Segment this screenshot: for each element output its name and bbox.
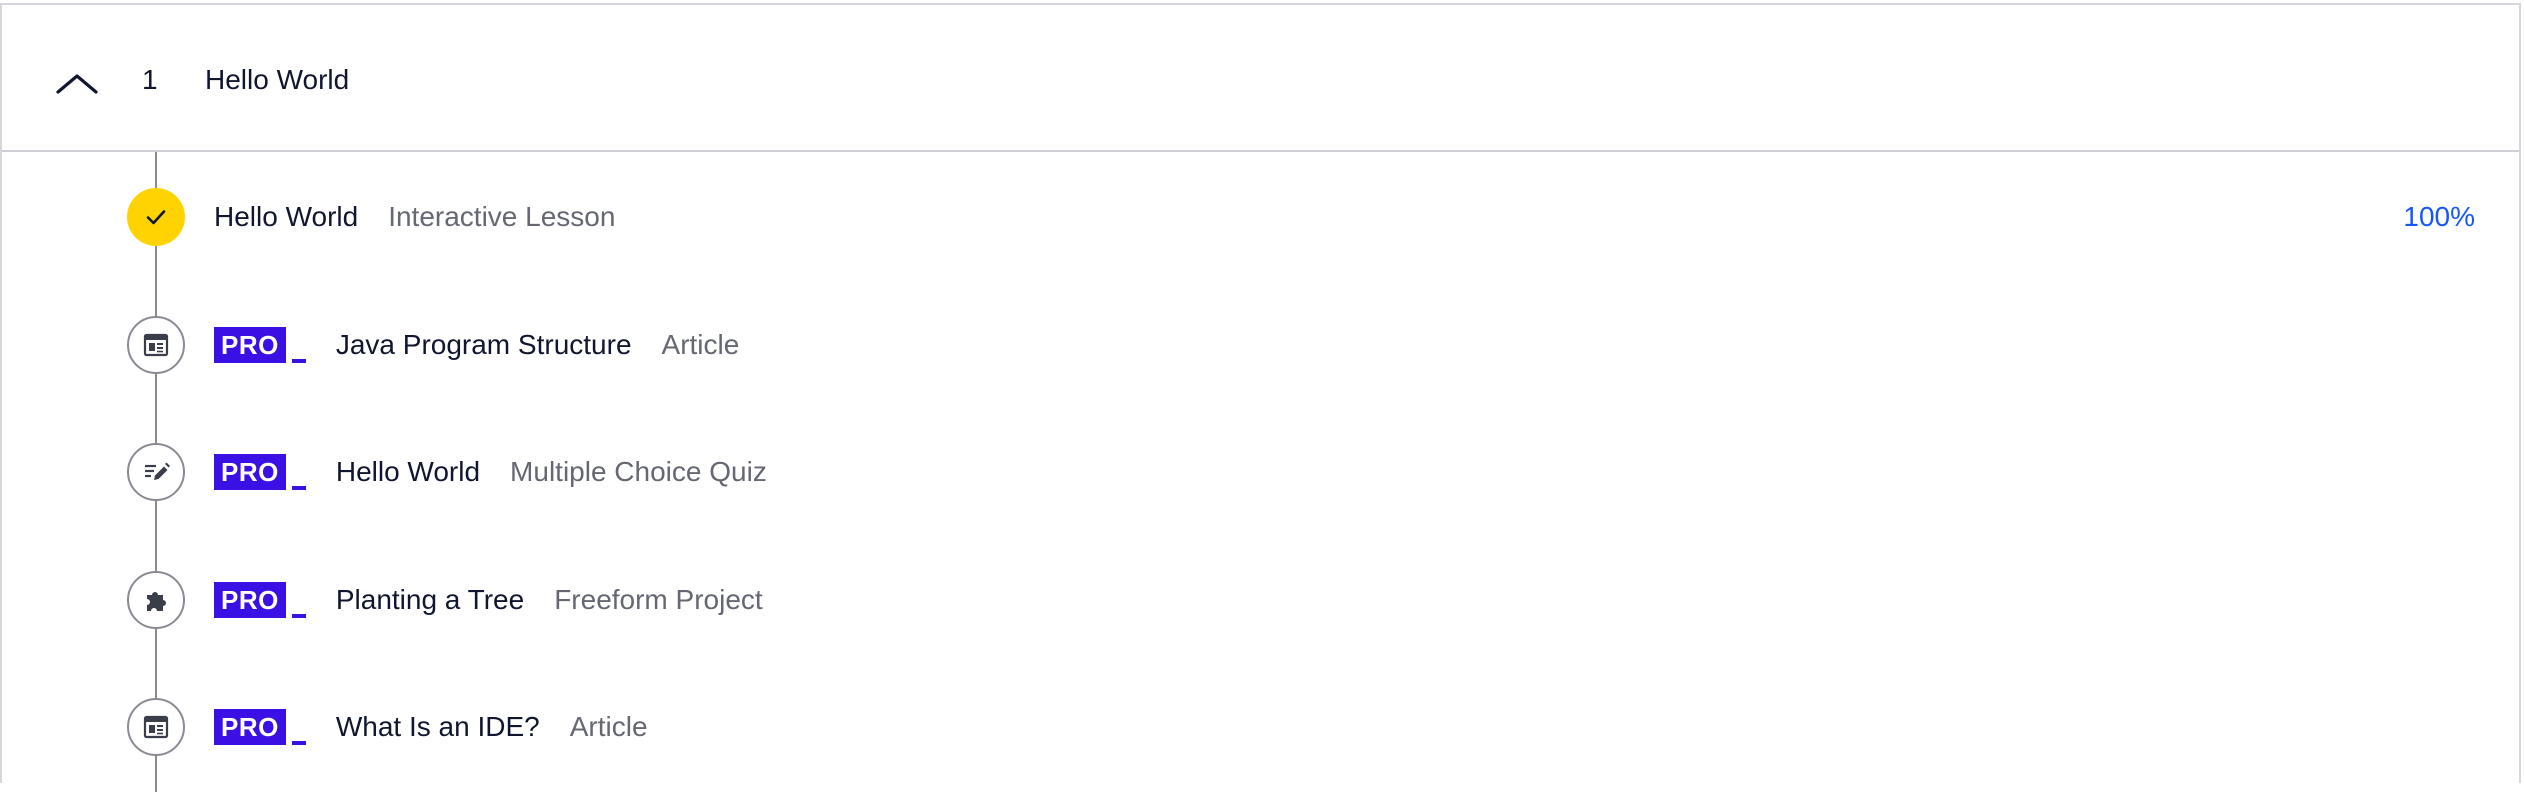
quiz-icon [127, 443, 185, 501]
lesson-progress: 100% [2403, 201, 2475, 232]
pro-label: PRO [214, 709, 286, 745]
pro-cursor [291, 359, 306, 363]
lesson-row[interactable]: PRO Java Program Structure Article [2, 313, 2519, 377]
lesson-row[interactable]: PRO What Is an IDE? Article [2, 695, 2519, 759]
pro-label: PRO [214, 327, 286, 363]
lesson-type: Multiple Choice Quiz [510, 456, 767, 487]
pro-label: PRO [214, 582, 286, 618]
module-card: 1 Hello World Hello World Interactive Le… [0, 3, 2521, 792]
lesson-row[interactable]: PRO Hello World Multiple Choice Quiz [2, 440, 2519, 504]
lesson-title[interactable]: Java Program Structure [336, 329, 632, 361]
article-icon [127, 698, 185, 756]
pro-cursor [291, 741, 306, 745]
pro-badge: PRO [214, 327, 306, 363]
module-title[interactable]: Hello World [205, 63, 349, 97]
pro-cursor [291, 486, 306, 490]
check-icon [127, 188, 185, 246]
lesson-title[interactable]: Hello World [336, 456, 480, 488]
pro-cursor [291, 614, 306, 618]
module-header[interactable]: 1 Hello World [2, 5, 2519, 152]
puzzle-icon [127, 571, 185, 629]
lesson-row[interactable]: Hello World Interactive Lesson 100% [2, 185, 2519, 249]
pro-badge: PRO [214, 709, 306, 745]
chevron-up-icon[interactable] [54, 60, 100, 106]
pro-badge: PRO [214, 582, 306, 618]
pro-label: PRO [214, 454, 286, 490]
article-icon [127, 316, 185, 374]
lesson-title[interactable]: Hello World [214, 201, 358, 233]
pro-badge: PRO [214, 454, 306, 490]
lesson-type: Article [569, 711, 648, 742]
lesson-title[interactable]: Planting a Tree [336, 584, 524, 616]
lesson-type: Article [661, 329, 740, 360]
module-number: 1 [142, 64, 158, 95]
lesson-type: Interactive Lesson [388, 201, 616, 232]
lesson-row[interactable]: PRO Planting a Tree Freeform Project [2, 568, 2519, 632]
lesson-title[interactable]: What Is an IDE? [336, 711, 540, 743]
lesson-type: Freeform Project [554, 584, 763, 615]
